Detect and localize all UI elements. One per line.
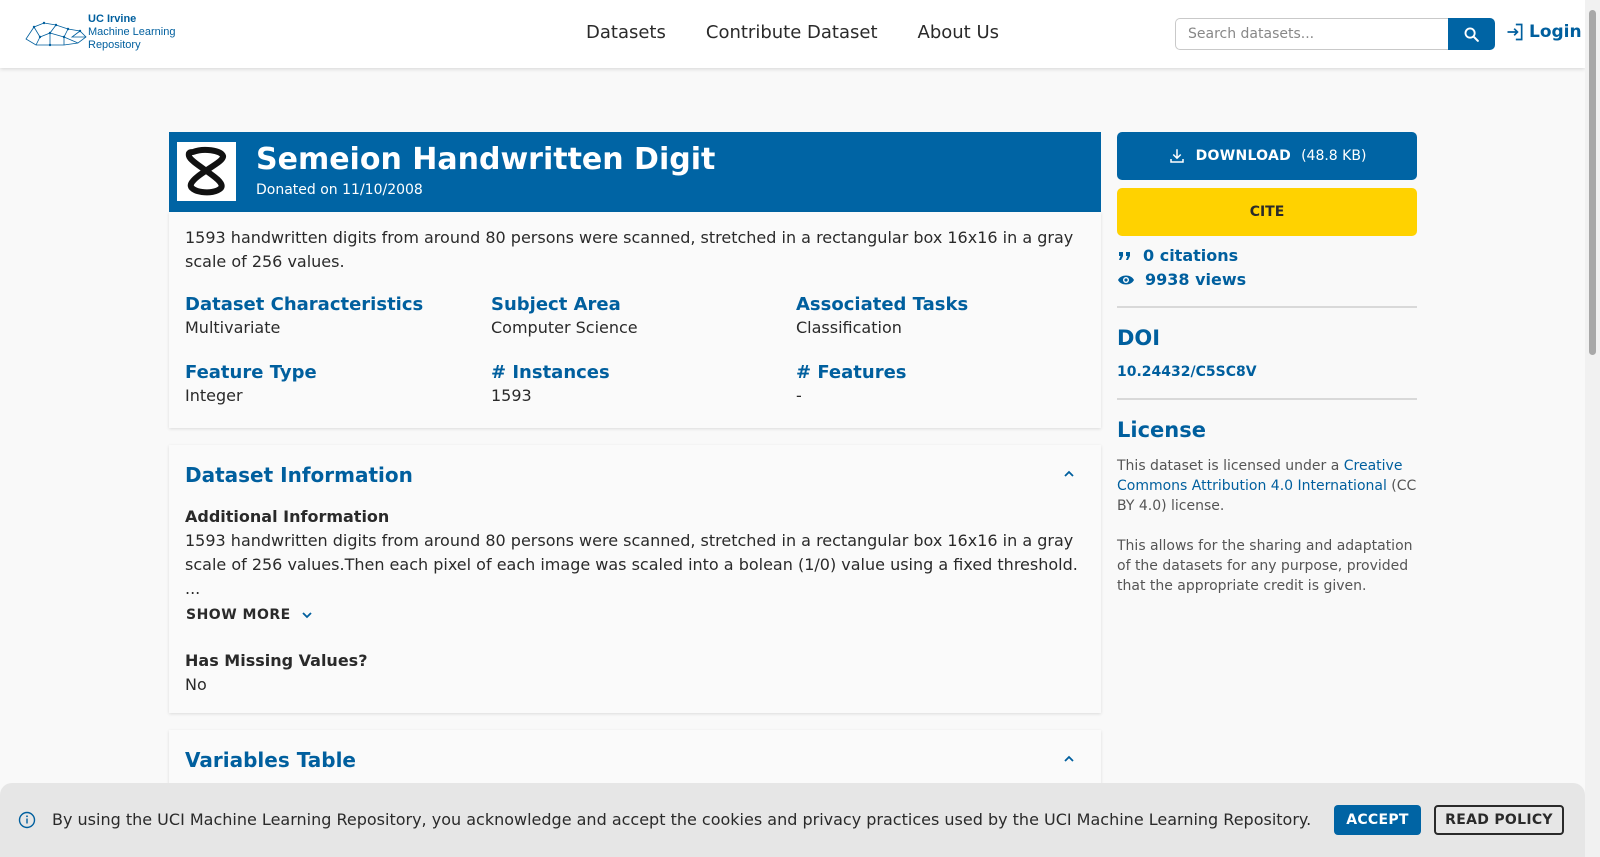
cookie-notice-text: By using the UCI Machine Learning Reposi… bbox=[52, 810, 1312, 829]
dataset-information-card: Dataset Information Additional Informati… bbox=[169, 445, 1101, 713]
citations-label: 0 citations bbox=[1143, 246, 1239, 265]
sidebar-divider bbox=[1117, 398, 1417, 400]
show-more-label: SHOW MORE bbox=[186, 607, 291, 623]
sidebar-divider bbox=[1117, 306, 1417, 308]
search-button[interactable] bbox=[1448, 18, 1495, 50]
meta-key: Dataset Characteristics bbox=[185, 294, 424, 315]
login-icon bbox=[1507, 23, 1523, 41]
meta-value: Multivariate bbox=[185, 318, 281, 337]
show-more-button[interactable]: SHOW MORE bbox=[186, 607, 313, 623]
truncation-ellipsis: ... bbox=[185, 579, 201, 598]
download-label: DOWNLOAD bbox=[1195, 148, 1292, 164]
variables-table-heading[interactable]: Variables Table bbox=[185, 748, 356, 772]
eye-icon bbox=[1118, 275, 1134, 284]
meta-associated-tasks: Associated Tasks Classification bbox=[796, 294, 968, 337]
doi-heading: DOI bbox=[1117, 326, 1161, 350]
info-icon bbox=[18, 811, 36, 829]
meta-value: Integer bbox=[185, 386, 243, 405]
meta-key: Feature Type bbox=[185, 362, 317, 383]
login-button[interactable]: Login bbox=[1505, 22, 1582, 42]
meta-dataset-characteristics: Dataset Characteristics Multivariate bbox=[185, 294, 423, 337]
meta-key: # Features bbox=[796, 362, 907, 383]
search-icon bbox=[1464, 27, 1479, 42]
meta-features: # Features - bbox=[796, 362, 907, 405]
meta-feature-type: Feature Type Integer bbox=[185, 362, 317, 405]
meta-value: Classification bbox=[796, 318, 902, 337]
nav-contribute-dataset[interactable]: Contribute Dataset bbox=[706, 22, 878, 43]
license-prefix: This dataset is licensed under a bbox=[1117, 458, 1344, 474]
missing-values-value: No bbox=[185, 675, 207, 694]
meta-value: 1593 bbox=[491, 386, 532, 405]
license-heading: License bbox=[1117, 418, 1206, 442]
nav-datasets[interactable]: Datasets bbox=[586, 22, 666, 43]
cookie-banner: By using the UCI Machine Learning Reposi… bbox=[0, 783, 1585, 857]
meta-instances: # Instances 1593 bbox=[491, 362, 610, 405]
additional-information-heading: Additional Information bbox=[185, 507, 390, 526]
dataset-information-heading[interactable]: Dataset Information bbox=[185, 463, 413, 487]
search-input[interactable] bbox=[1175, 18, 1448, 50]
license-statement: This dataset is licensed under a Creativ… bbox=[1117, 456, 1417, 516]
dataset-title-bar: Semeion Handwritten Digit Donated on 11/… bbox=[169, 132, 1101, 212]
views-count: 9938 views bbox=[1117, 270, 1246, 289]
network-logo-icon bbox=[25, 21, 87, 47]
quote-icon bbox=[1119, 251, 1130, 260]
meta-value: Computer Science bbox=[491, 318, 638, 337]
main-nav: Datasets Contribute Dataset About Us bbox=[586, 22, 999, 43]
logo-line-2: Machine Learning bbox=[88, 26, 176, 38]
nav-about-us[interactable]: About Us bbox=[918, 22, 1000, 43]
meta-value: - bbox=[796, 386, 802, 405]
citations-count[interactable]: 0 citations bbox=[1117, 246, 1238, 265]
logo-text: UC Irvine Machine Learning Repository bbox=[88, 13, 175, 52]
digit-eight-image bbox=[185, 146, 226, 195]
doi-link[interactable]: 10.24432/C5SC8V bbox=[1117, 364, 1257, 380]
scrollbar-thumb[interactable] bbox=[1589, 10, 1596, 355]
meta-key: # Instances bbox=[491, 362, 610, 383]
meta-key: Associated Tasks bbox=[796, 294, 969, 315]
views-label: 9938 views bbox=[1145, 270, 1247, 289]
cite-button[interactable]: CITE bbox=[1117, 188, 1417, 236]
download-size: (48.8 KB) bbox=[1301, 148, 1367, 164]
chevron-up-icon[interactable] bbox=[1063, 469, 1075, 479]
missing-values-heading: Has Missing Values? bbox=[185, 651, 368, 670]
meta-subject-area: Subject Area Computer Science bbox=[491, 294, 638, 337]
dataset-title: Semeion Handwritten Digit bbox=[256, 142, 716, 177]
read-policy-button[interactable]: READ POLICY bbox=[1434, 805, 1564, 835]
top-header: UC Irvine Machine Learning Repository Da… bbox=[0, 0, 1585, 68]
logo-line-3: Repository bbox=[88, 39, 141, 51]
chevron-down-icon bbox=[302, 612, 312, 619]
uci-logo[interactable]: UC Irvine Machine Learning Repository bbox=[24, 12, 184, 54]
meta-key: Subject Area bbox=[491, 294, 621, 315]
variables-table-card: Variables Table bbox=[169, 730, 1101, 790]
login-label: Login bbox=[1529, 22, 1582, 42]
logo-line-1: UC Irvine bbox=[88, 13, 137, 25]
download-button[interactable]: DOWNLOAD (48.8 KB) bbox=[1117, 132, 1417, 180]
license-note: This allows for the sharing and adaptati… bbox=[1117, 538, 1413, 594]
download-icon bbox=[1169, 149, 1184, 163]
dataset-summary: 1593 handwritten digits from around 80 p… bbox=[185, 228, 1074, 271]
page-scrollbar[interactable] bbox=[1585, 0, 1600, 857]
summary-card: 1593 handwritten digits from around 80 p… bbox=[169, 212, 1101, 428]
dataset-thumbnail bbox=[177, 142, 236, 201]
donated-date: Donated on 11/10/2008 bbox=[256, 182, 423, 198]
additional-information-text: 1593 handwritten digits from around 80 p… bbox=[185, 531, 1078, 574]
accept-cookies-button[interactable]: ACCEPT bbox=[1334, 805, 1421, 835]
chevron-up-icon[interactable] bbox=[1063, 754, 1075, 764]
